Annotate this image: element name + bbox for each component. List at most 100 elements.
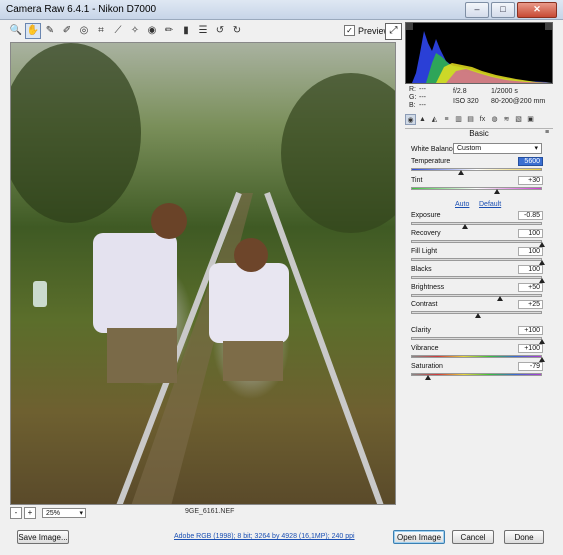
brightness-slider-handle[interactable] bbox=[496, 296, 503, 301]
temperature-slider-handle[interactable] bbox=[458, 170, 465, 175]
panel-tab-9-icon[interactable]: ≋ bbox=[501, 114, 512, 125]
hand-tool-icon[interactable]: ✋ bbox=[25, 23, 41, 39]
tree-right bbox=[281, 73, 395, 233]
boy-right-head bbox=[234, 238, 268, 272]
r-value: --- bbox=[419, 86, 426, 93]
saturation-slider-handle[interactable] bbox=[425, 375, 432, 380]
exposure-slider-handle[interactable] bbox=[462, 224, 469, 229]
tint-value-field[interactable]: +30 bbox=[518, 176, 543, 185]
right-rail bbox=[264, 191, 384, 504]
aperture: f/2.8 bbox=[453, 88, 467, 95]
temperature-value-field[interactable]: 5600 bbox=[518, 157, 543, 166]
brightness-value-field[interactable]: +50 bbox=[518, 283, 543, 292]
save-image-button[interactable]: Save Image... bbox=[17, 530, 69, 544]
r-label: R: bbox=[409, 86, 416, 93]
panel-menu-icon[interactable]: ≡ bbox=[545, 129, 549, 136]
boy-right-shorts bbox=[223, 341, 283, 381]
brightness-slider[interactable] bbox=[411, 294, 542, 297]
auto-link[interactable]: Auto bbox=[455, 201, 469, 208]
blacks-slider[interactable] bbox=[411, 276, 542, 279]
zoom-out-button[interactable]: - bbox=[10, 506, 22, 519]
panel-tab-3-icon[interactable]: ◭ bbox=[429, 114, 440, 125]
shadow-clip-icon[interactable] bbox=[406, 23, 413, 30]
panel-tab-4-icon[interactable]: ≡ bbox=[441, 114, 452, 125]
clarity-value-field[interactable]: +100 bbox=[518, 326, 543, 335]
spot-removal-tool-icon[interactable]: ✧ bbox=[127, 23, 143, 39]
fill-light-value-field[interactable]: 100 bbox=[518, 247, 543, 256]
tree-left bbox=[11, 43, 141, 223]
preferences-icon[interactable]: ☰ bbox=[195, 23, 211, 39]
open-image-button[interactable]: Open Image bbox=[393, 530, 445, 544]
default-link[interactable]: Default bbox=[479, 201, 501, 208]
image-preview[interactable] bbox=[10, 42, 396, 505]
highlight-clip-icon[interactable] bbox=[545, 23, 552, 30]
recovery-label: Recovery bbox=[411, 230, 441, 237]
fill-light-slider[interactable] bbox=[411, 258, 542, 261]
bottom-bar: Save Image... Adobe RGB (1998); 8 bit; 3… bbox=[0, 525, 563, 555]
saturation-value-field[interactable]: -79 bbox=[518, 362, 543, 371]
exposure-value-field[interactable]: -0.85 bbox=[518, 211, 543, 220]
exposure-slider[interactable] bbox=[411, 222, 542, 225]
rotate-cw-icon[interactable]: ↻ bbox=[229, 23, 245, 39]
boy-left-head bbox=[151, 203, 187, 239]
rotate-ccw-icon[interactable]: ↺ bbox=[212, 23, 228, 39]
workflow-options-link[interactable]: Adobe RGB (1998); 8 bit; 3264 by 4928 (1… bbox=[174, 533, 355, 540]
contrast-value-field[interactable]: +25 bbox=[518, 300, 543, 309]
panel-tab-8-icon[interactable]: ◍ bbox=[489, 114, 500, 125]
zoom-in-button[interactable]: + bbox=[24, 506, 36, 519]
tint-slider[interactable] bbox=[411, 187, 542, 190]
zoom-select[interactable]: 25% bbox=[42, 507, 86, 518]
blacks-value-field[interactable]: 100 bbox=[518, 265, 543, 274]
full-screen-icon[interactable]: ⤢ bbox=[385, 23, 402, 40]
panel-tab-7-icon[interactable]: fx bbox=[477, 114, 488, 125]
histogram-graph bbox=[406, 23, 552, 83]
cancel-button[interactable]: Cancel bbox=[452, 530, 494, 544]
done-button[interactable]: Done bbox=[504, 530, 544, 544]
blacks-label: Blacks bbox=[411, 266, 432, 273]
vibrance-label: Vibrance bbox=[411, 345, 439, 352]
panel-tab-6-icon[interactable]: ▤ bbox=[465, 114, 476, 125]
panel-tab-10-icon[interactable]: ▧ bbox=[513, 114, 524, 125]
panel-title: Basic bbox=[405, 128, 553, 138]
iso: ISO 320 bbox=[453, 98, 479, 105]
panel-tabs: ◉ ▲ ◭ ≡ ▥ ▤ fx ◍ ≋ ▧ ▣ bbox=[405, 114, 553, 126]
color-sampler-tool-icon[interactable]: ✐ bbox=[59, 23, 75, 39]
panel-tab-1-icon[interactable]: ◉ bbox=[405, 114, 416, 125]
temperature-slider[interactable] bbox=[411, 168, 542, 171]
tint-label: Tint bbox=[411, 177, 423, 184]
close-button[interactable]: ✕ bbox=[517, 2, 557, 18]
white-balance-select[interactable]: Custom bbox=[453, 143, 542, 154]
targeted-adjustment-tool-icon[interactable]: ◎ bbox=[76, 23, 92, 39]
status-bar: - + 25% 9GE_6161.NEF bbox=[10, 506, 396, 519]
g-value: --- bbox=[419, 94, 426, 101]
white-balance-tool-icon[interactable]: ✎ bbox=[42, 23, 58, 39]
adjustment-brush-icon[interactable]: ✏ bbox=[161, 23, 177, 39]
panel-tab-5-icon[interactable]: ▥ bbox=[453, 114, 464, 125]
tint-slider-handle[interactable] bbox=[494, 189, 501, 194]
red-eye-tool-icon[interactable]: ◉ bbox=[144, 23, 160, 39]
maximize-button[interactable]: □ bbox=[491, 2, 515, 18]
zoom-tool-icon[interactable]: 🔍 bbox=[8, 23, 24, 39]
graduated-filter-icon[interactable]: ▮ bbox=[178, 23, 194, 39]
panel-tab-11-icon[interactable]: ▣ bbox=[525, 114, 536, 125]
exposure-label: Exposure bbox=[411, 212, 441, 219]
vibrance-value-field[interactable]: +100 bbox=[518, 344, 543, 353]
recovery-slider[interactable] bbox=[411, 240, 542, 243]
preview-toggle[interactable]: ✓ Preview bbox=[344, 25, 390, 36]
straighten-tool-icon[interactable]: ⟋ bbox=[110, 23, 126, 39]
vibrance-slider[interactable] bbox=[411, 355, 542, 358]
b-label: B: bbox=[409, 102, 416, 109]
crop-tool-icon[interactable]: ⌗ bbox=[93, 23, 109, 39]
contrast-slider-handle[interactable] bbox=[475, 313, 481, 318]
camera-info: R: --- G: --- B: --- f/2.8 1/2000 s ISO … bbox=[405, 86, 553, 110]
lens: 80-200@200 mm bbox=[491, 98, 546, 105]
clarity-slider[interactable] bbox=[411, 337, 542, 340]
title-bar: Camera Raw 6.4.1 - Nikon D7000 – □ ✕ bbox=[0, 0, 563, 20]
g-label: G: bbox=[409, 94, 417, 101]
minimize-button[interactable]: – bbox=[465, 2, 489, 18]
contrast-label: Contrast bbox=[411, 301, 438, 308]
preview-checkbox[interactable]: ✓ bbox=[344, 25, 355, 36]
recovery-value-field[interactable]: 100 bbox=[518, 229, 543, 238]
panel-tab-2-icon[interactable]: ▲ bbox=[417, 114, 428, 125]
white-balance-label: White Balance: bbox=[411, 146, 459, 153]
